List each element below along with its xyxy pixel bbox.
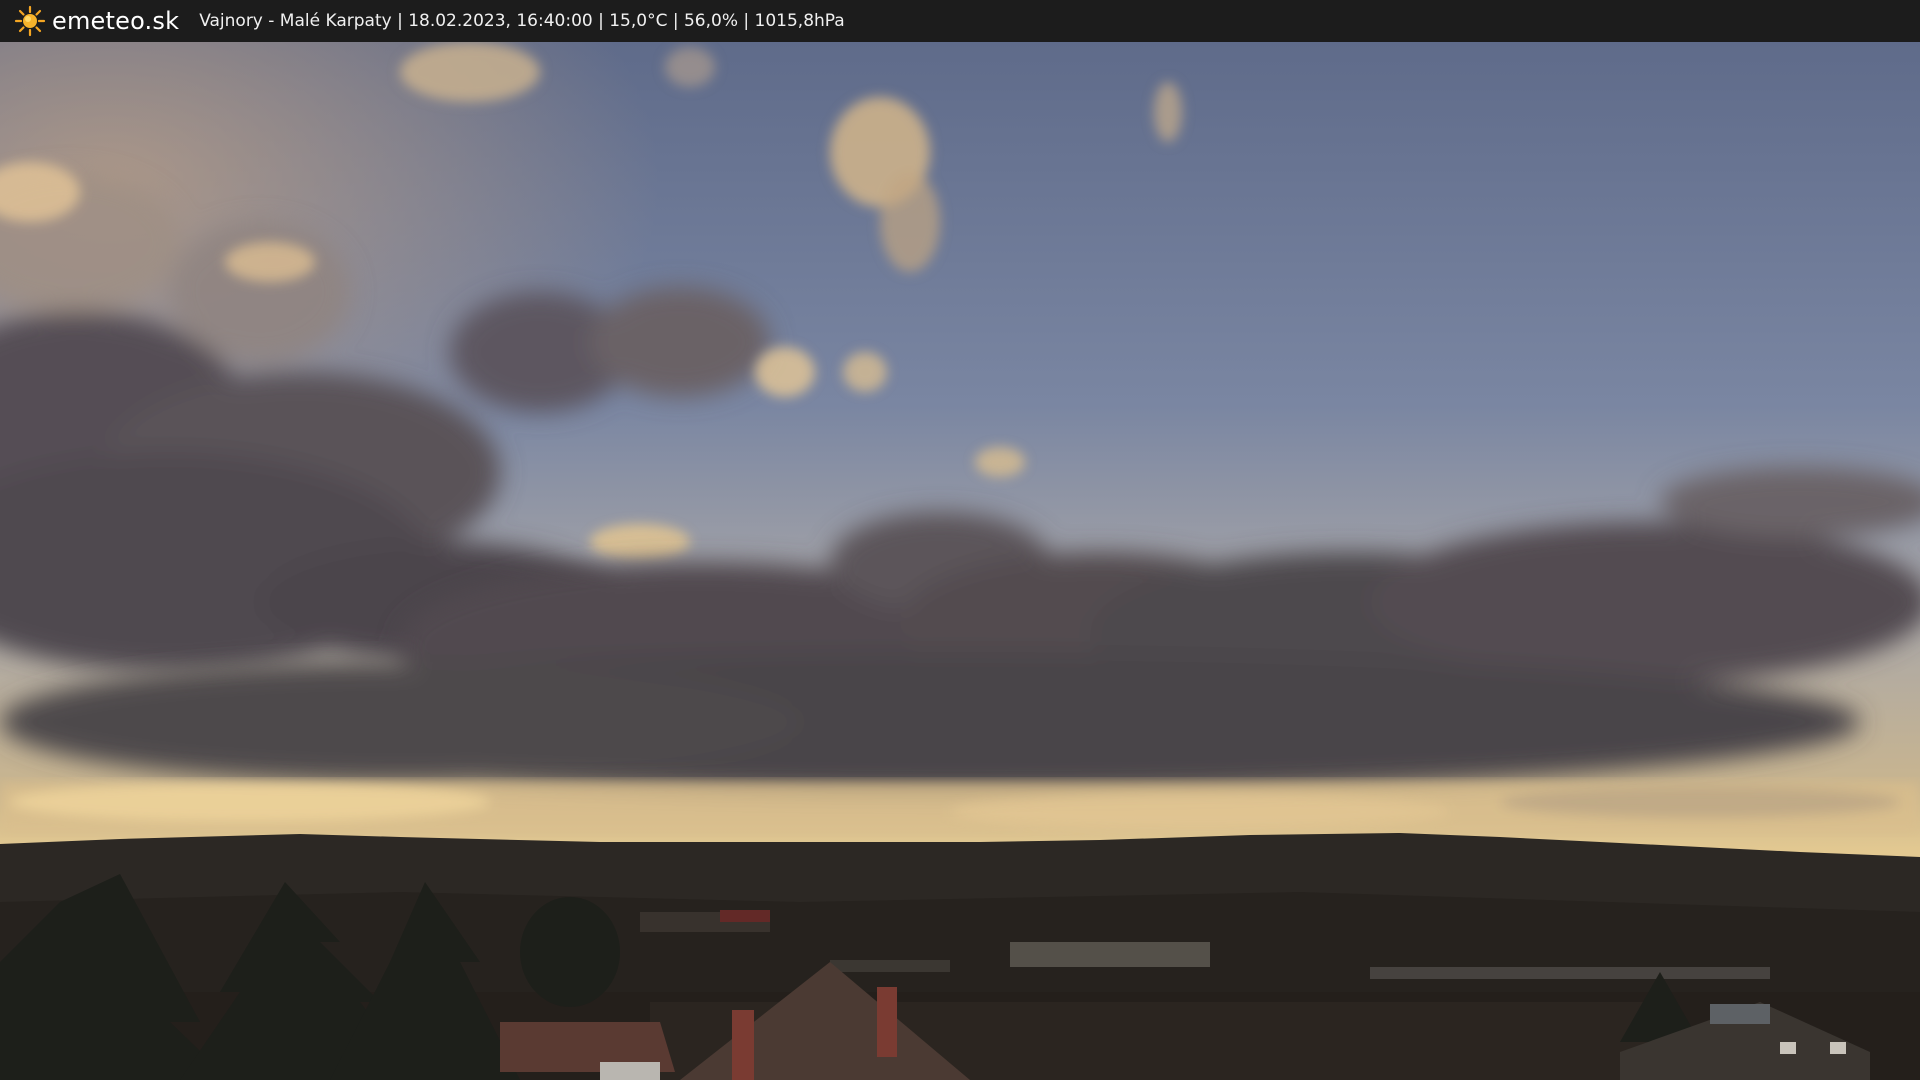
- emeteo-logo[interactable]: emeteo.sk: [14, 5, 179, 37]
- landscape-scene: [0, 42, 1920, 1080]
- station-caption: Vajnory - Malé Karpaty | 18.02.2023, 16:…: [199, 11, 845, 31]
- sun-icon: [14, 5, 46, 37]
- webcam-image: [0, 42, 1920, 1080]
- brand-name: emeteo.sk: [52, 7, 180, 35]
- top-bar: emeteo.sk Vajnory - Malé Karpaty | 18.02…: [0, 0, 1920, 42]
- webcam-frame: emeteo.sk Vajnory - Malé Karpaty | 18.02…: [0, 0, 1920, 1080]
